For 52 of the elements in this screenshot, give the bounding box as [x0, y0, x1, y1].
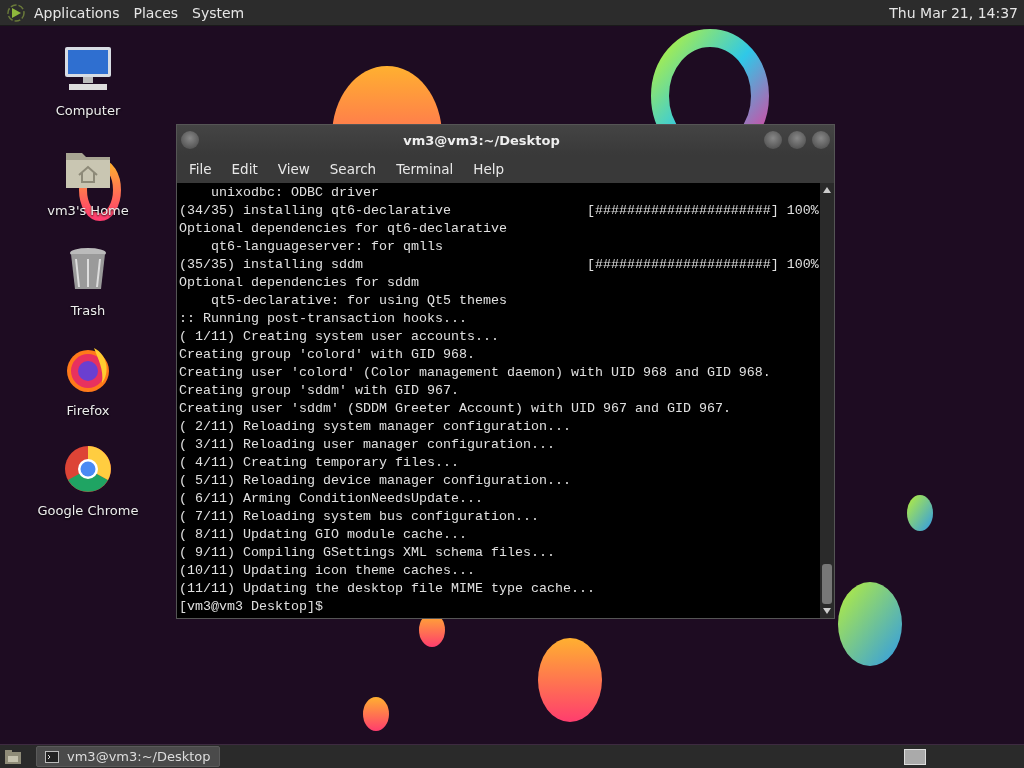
menu-item[interactable]: File	[181, 161, 220, 177]
output-line: ( 3/11) Reloading user manager configuration...	[179, 436, 556, 454]
menu-item[interactable]: Terminal	[388, 161, 462, 177]
output-line: (11/11) Updating the desktop file MIME type cache...	[179, 580, 596, 598]
output-line: ( 1/11) Creating system user accounts...	[179, 328, 500, 346]
desktop-icon-label[interactable]: Firefox	[66, 403, 110, 418]
output-line: ( 4/11) Creating temporary files...	[179, 454, 460, 472]
output-line: ( 7/11) Reloading system bus configuration...	[179, 508, 540, 526]
output-line: (10/11) Updating icon theme caches...	[179, 562, 476, 580]
minimize-button[interactable]	[764, 131, 782, 149]
output-line: Optional dependencies for sddm	[179, 274, 420, 292]
panel-menu[interactable]: System	[192, 4, 245, 21]
output-line: unixodbc: ODBC driver	[210, 184, 380, 202]
menu-item[interactable]: Search	[321, 161, 385, 177]
clock[interactable]: Thu Mar 21, 14:37	[889, 4, 1018, 21]
desktop-icon-label[interactable]: Google Chrome	[37, 503, 139, 518]
output-line: (35/35) installing sddm [######################] 100%	[179, 256, 820, 274]
terminal-icon	[45, 750, 59, 763]
workspace-switcher[interactable]	[904, 748, 926, 765]
output-line: ( 2/11) Reloading system manager configuration...	[179, 418, 572, 436]
window-menu-button[interactable]	[181, 131, 199, 149]
close-button[interactable]	[812, 131, 830, 149]
output-line: ( 5/11) Reloading device manager configuration...	[179, 472, 572, 490]
menu-item[interactable]: Edit	[223, 161, 266, 177]
maximize-button[interactable]	[788, 131, 806, 149]
output-line: Optional dependencies for qt6-declarative	[179, 220, 508, 238]
desktop-icon-label[interactable]: Computer	[55, 103, 121, 118]
output-line: Creating user 'sddm' (SDDM Greeter Account) with UID 967 and GID 967.	[179, 400, 732, 418]
output-line: qt6-languageserver: for qmlls	[210, 238, 444, 256]
firefox-icon[interactable]	[64, 345, 112, 393]
logo-icon[interactable]	[6, 2, 26, 23]
computer-icon[interactable]	[63, 45, 113, 93]
chrome-icon[interactable]	[64, 445, 112, 493]
menu-item[interactable]: Help	[465, 161, 513, 177]
output-line: (34/35) installing qt6-declarative [######################] 100%	[179, 202, 820, 220]
output-line: ( 6/11) Arming ConditionNeedsUpdate...	[179, 490, 484, 508]
panel-menu[interactable]: Applications	[34, 4, 120, 21]
shell-prompt: [vm3@vm3 Desktop]$	[179, 598, 323, 616]
output-line: :: Running post-transaction hooks...	[179, 310, 468, 328]
taskbar-button[interactable]: vm3@vm3:~/Desktop	[36, 746, 220, 767]
output-line: ( 8/11) Updating GIO module cache...	[179, 526, 468, 544]
panel-menu[interactable]: Places	[133, 4, 179, 21]
output-line: Creating group 'sddm' with GID 967.	[179, 382, 460, 400]
output-line: Creating group 'colord' with GID 968.	[179, 346, 476, 364]
scrollbar[interactable]	[820, 183, 834, 618]
window-title: vm3@vm3:~/Desktop	[402, 132, 561, 148]
desktop-icon-label[interactable]: Trash	[70, 303, 106, 318]
show-desktop-icon[interactable]	[4, 748, 22, 765]
output-line: qt5-declarative: for using Qt5 themes	[210, 292, 508, 310]
output-line: Creating user 'colord' (Color management daemon) with UID 968 and GID 968.	[179, 364, 772, 382]
menu-item[interactable]: View	[269, 161, 318, 177]
output-line: ( 9/11) Compiling GSettings XML schema files...	[179, 544, 556, 562]
